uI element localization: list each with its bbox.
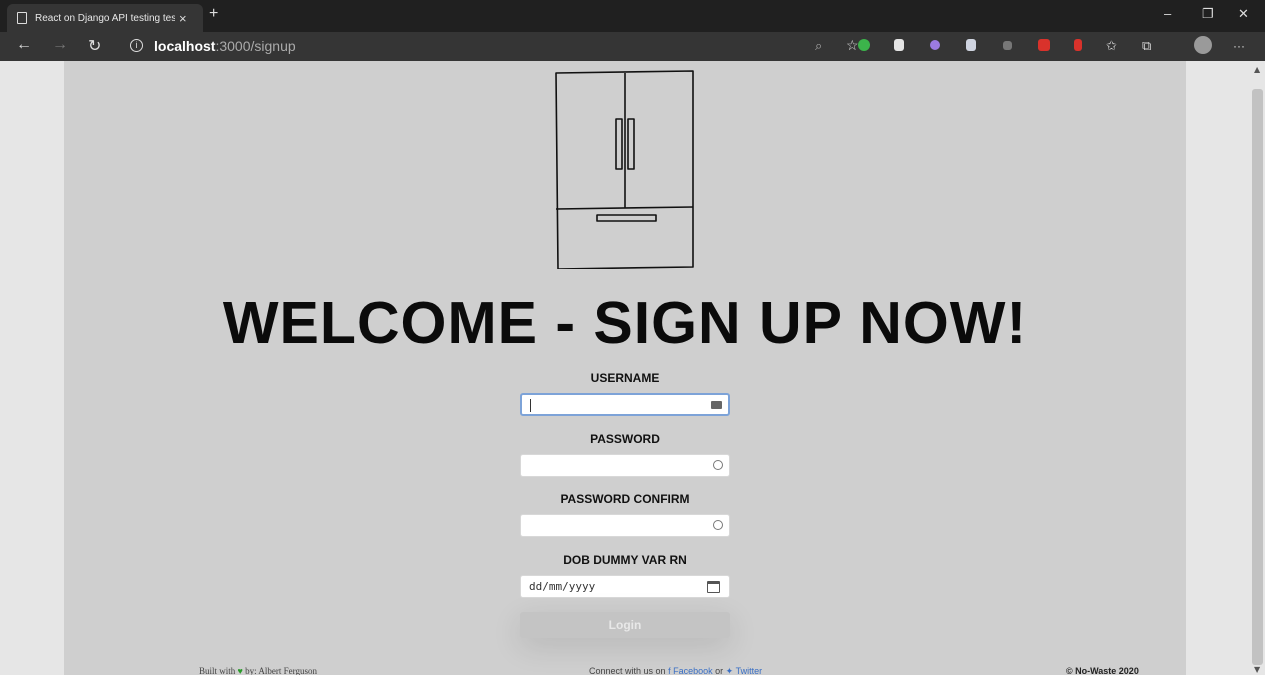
footer-connect: Connect with us on f Facebook or ✦ Twitt… xyxy=(589,666,762,675)
code-extension-icon[interactable] xyxy=(1074,39,1082,51)
browser-titlebar: React on Django API testing test × + – ❐… xyxy=(0,0,1265,32)
twitter-link[interactable]: ✦ Twitter xyxy=(726,666,762,675)
scroll-down-arrow-icon[interactable]: ▼ xyxy=(1254,665,1260,674)
password-key-icon[interactable] xyxy=(713,460,723,470)
dob-input[interactable]: dd/mm/yyyy xyxy=(529,580,595,593)
color-extension-icon[interactable] xyxy=(930,40,940,50)
menu-extension-icon[interactable] xyxy=(1003,41,1012,50)
heart-icon: ♥ xyxy=(237,666,243,675)
url-host: localhost xyxy=(154,38,216,54)
vertical-scrollbar[interactable]: ▲ ▼ xyxy=(1250,61,1265,675)
footer-built-prefix: Built with xyxy=(199,666,236,675)
calendar-icon[interactable] xyxy=(707,581,720,593)
profile-avatar[interactable] xyxy=(1194,36,1212,54)
password-confirm-field[interactable] xyxy=(520,514,730,537)
minimize-button[interactable]: – xyxy=(1164,6,1171,21)
browser-tab[interactable]: React on Django API testing test × xyxy=(7,4,203,32)
signup-page: WELCOME - SIGN UP NOW! USERNAME PASSWORD… xyxy=(64,61,1186,675)
password-confirm-label: PASSWORD CONFIRM xyxy=(560,492,690,506)
fridge-logo-icon xyxy=(555,70,694,269)
restore-button[interactable]: ❐ xyxy=(1202,6,1214,22)
username-input[interactable] xyxy=(522,397,702,416)
twitter-icon: ✦ xyxy=(725,666,734,675)
facebook-icon: f xyxy=(668,666,671,675)
red-extension-icon[interactable] xyxy=(1038,39,1050,51)
scrollbar-thumb[interactable] xyxy=(1252,89,1263,665)
page-title: WELCOME - SIGN UP NOW! xyxy=(222,290,1028,356)
password-confirm-input[interactable] xyxy=(521,516,701,537)
autofill-icon[interactable] xyxy=(711,401,722,409)
url-path: :3000/signup xyxy=(215,38,296,54)
favorites-icon[interactable]: ✩ xyxy=(1106,38,1117,54)
footer-built-suffix: by: Albert Ferguson xyxy=(245,666,317,675)
collections-icon[interactable]: ⧉ xyxy=(1142,38,1151,54)
url-text: localhost:3000/signup xyxy=(154,38,296,54)
footer-connect-prefix: Connect with us on xyxy=(589,666,666,675)
footer-or: or xyxy=(715,666,724,675)
grammarly-extension-icon[interactable] xyxy=(858,39,870,51)
password-confirm-key-icon[interactable] xyxy=(713,520,723,530)
browser-navbar: ← → ↻ i localhost:3000/signup ⌕ ☆ ✩ ⧉ ··… xyxy=(0,32,1265,61)
back-button[interactable]: ← xyxy=(16,36,32,54)
more-menu-button[interactable]: ··· xyxy=(1233,39,1245,53)
facebook-link-label: Facebook xyxy=(673,666,713,675)
scroll-up-arrow-icon[interactable]: ▲ xyxy=(1254,65,1260,74)
password-field[interactable] xyxy=(520,454,730,477)
username-field[interactable] xyxy=(520,393,730,416)
forward-button[interactable]: → xyxy=(52,36,68,54)
password-label: PASSWORD xyxy=(590,432,660,446)
text-caret xyxy=(530,399,531,412)
login-button[interactable]: Login xyxy=(520,612,730,638)
username-label: USERNAME xyxy=(590,371,660,385)
tab-title: React on Django API testing test xyxy=(35,12,175,24)
facebook-link[interactable]: f Facebook xyxy=(668,666,713,675)
reload-button[interactable]: ↻ xyxy=(88,36,101,56)
footer-copyright: © No-Waste 2020 xyxy=(1066,666,1139,675)
twitter-link-label: Twitter xyxy=(735,666,763,675)
dob-field[interactable]: dd/mm/yyyy xyxy=(520,575,730,598)
close-window-button[interactable]: ✕ xyxy=(1238,6,1249,22)
address-bar[interactable]: i localhost:3000/signup xyxy=(122,35,848,58)
page-icon xyxy=(17,12,27,24)
info-icon[interactable]: i xyxy=(130,39,143,52)
password-input[interactable] xyxy=(521,456,701,477)
favorite-star-icon[interactable]: ☆ xyxy=(846,37,859,54)
zoom-icon[interactable]: ⌕ xyxy=(815,38,822,54)
footer-built-with: Built with ♥ by: Albert Ferguson xyxy=(199,666,317,675)
dob-label: DOB DUMMY VAR RN xyxy=(563,553,687,567)
new-tab-button[interactable]: + xyxy=(209,5,218,23)
page-viewport: WELCOME - SIGN UP NOW! USERNAME PASSWORD… xyxy=(0,61,1265,675)
tab-close-icon[interactable]: × xyxy=(179,11,187,26)
document-extension-icon[interactable] xyxy=(894,39,904,51)
pocket-extension-icon[interactable] xyxy=(966,39,976,51)
